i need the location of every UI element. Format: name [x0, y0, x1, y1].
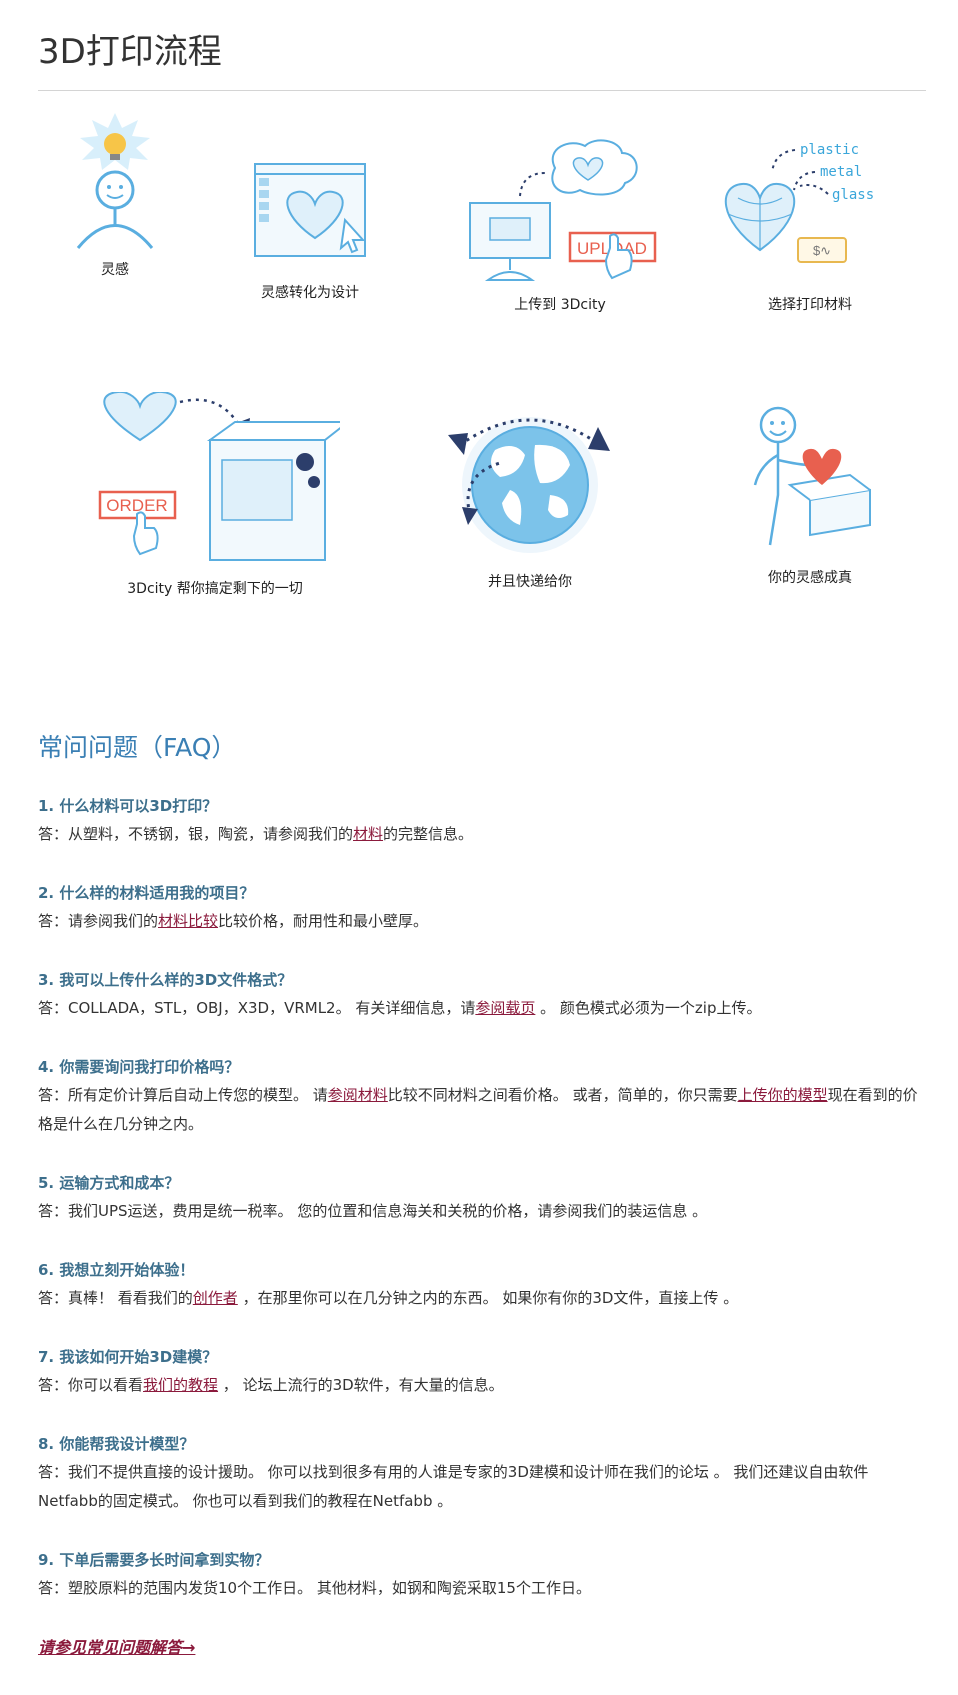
file-formats-link[interactable]: 参阅载页: [475, 999, 535, 1017]
answer-text: 答：从塑料，不锈钢，银，陶瓷，请参阅我们的: [38, 825, 354, 843]
faq-item: 1. 什么材料可以3D打印？ 答：从塑料，不锈钢，银，陶瓷，请参阅我们的材料的完…: [38, 792, 928, 879]
answer-text: 答：请参阅我们的: [38, 912, 159, 930]
order-button-text: ORDER: [106, 496, 167, 515]
step-label: 上传到 3Dcity: [514, 297, 606, 313]
material-option-glass[interactable]: glass: [832, 187, 874, 203]
design-window-icon: [254, 163, 366, 257]
lightbulb-person-icon: [76, 113, 154, 249]
step-reality: 你的灵感成真: [730, 405, 890, 587]
faq-item: 5. 运输方式和成本？ 答：我们UPS运送，费用是统一税率。 您的位置和信息海关…: [38, 1169, 928, 1256]
answer-text: ， 论坛上流行的3D软件，有大量的信息。: [218, 1376, 504, 1394]
faq-list: 1. 什么材料可以3D打印？ 答：从塑料，不锈钢，银，陶瓷，请参阅我们的材料的完…: [38, 792, 928, 1633]
material-option-metal[interactable]: metal: [820, 164, 862, 180]
step-shipping: 并且快递给你: [440, 405, 620, 591]
answer-text: 答：塑胶原料的范围内发货10个工作日。 其他材料，如钢和陶瓷采取15个工作日。: [38, 1579, 591, 1597]
faq-question: 5. 运输方式和成本？: [38, 1174, 180, 1192]
faq-answer: 答：我们不提供直接的设计援助。 你可以找到很多有用的人谁是专家的3D建模和设计师…: [38, 1458, 928, 1516]
answer-text: 比较价格，耐用性和最小壁厚。: [218, 912, 429, 930]
step-label: 选择打印材料: [768, 297, 852, 313]
faq-question: 3. 我可以上传什么样的3D文件格式？: [38, 971, 293, 989]
answer-text: 的完整信息。: [383, 825, 474, 843]
faq-item: 7. 我该如何开始3D建模？ 答：你可以看看我们的教程 ， 论坛上流行的3D软件…: [38, 1343, 928, 1430]
page-title: 3D打印流程: [38, 32, 222, 72]
faq-question: 1. 什么材料可以3D打印？: [38, 797, 218, 815]
answer-text: 答：COLLADA，STL，OBJ，X3D，VRML2。 有关详细信息，请: [38, 999, 476, 1017]
title-divider: [38, 90, 926, 91]
globe-shipping-icon: [448, 417, 610, 553]
faq-answer: 答：请参阅我们的材料比较比较价格，耐用性和最小壁厚。: [38, 907, 928, 936]
faq-answer: 答：从塑料，不锈钢，银，陶瓷，请参阅我们的材料的完整信息。: [38, 820, 928, 849]
material-compare-link[interactable]: 材料比较: [158, 912, 218, 930]
faq-item: 2. 什么样的材料适用我的项目？ 答：请参阅我们的材料比较比较价格，耐用性和最小…: [38, 879, 928, 966]
faq-answer: 答：真棒！ 看看我们的创作者 ，在那里你可以在几分钟之内的东西。 如果你有你的3…: [38, 1284, 928, 1313]
step-label: 3Dcity 帮你搞定剩下的一切: [127, 581, 303, 597]
faq-item: 9. 下单后需要多长时间拿到实物？ 答：塑胶原料的范围内发货10个工作日。 其他…: [38, 1546, 928, 1633]
faq-answer: 答：COLLADA，STL，OBJ，X3D，VRML2。 有关详细信息，请参阅载…: [38, 994, 928, 1023]
faq-answer: 答：塑胶原料的范围内发货10个工作日。 其他材料，如钢和陶瓷采取15个工作日。: [38, 1574, 928, 1603]
faq-question: 6. 我想立刻开始体验！: [38, 1261, 195, 1279]
upload-model-link[interactable]: 上传你的模型: [738, 1086, 828, 1104]
faq-answer: 答：你可以看看我们的教程 ， 论坛上流行的3D软件，有大量的信息。: [38, 1371, 928, 1400]
step-label: 你的灵感成真: [768, 570, 852, 586]
faq-question: 8. 你能帮我设计模型？: [38, 1435, 195, 1453]
answer-text: 。 颜色模式必须为一个zip上传。: [535, 999, 762, 1017]
faq-question: 2. 什么样的材料适用我的项目？: [38, 884, 255, 902]
price-tag-text: $∿: [813, 243, 831, 258]
answer-text: 答：你可以看看: [38, 1376, 144, 1394]
faq-question: 4. 你需要询问我打印价格吗？: [38, 1058, 240, 1076]
faq-answer: 答：我们UPS运送，费用是统一税率。 您的位置和信息海关和关税的价格，请参阅我们…: [38, 1197, 928, 1226]
materials-heart-icon: plastic metal glass $∿: [724, 142, 874, 263]
step-label: 灵感: [101, 262, 129, 278]
step-label: 并且快递给你: [488, 574, 572, 590]
faq-more-link[interactable]: 请参见常见问题解答→: [38, 1634, 195, 1658]
material-option-plastic[interactable]: plastic: [800, 142, 859, 158]
step-materials: plastic metal glass $∿ 选择打印材料: [720, 138, 900, 314]
order-printer-icon: ORDER: [98, 392, 340, 561]
tutorials-link[interactable]: 我们的教程: [143, 1376, 218, 1394]
faq-item: 3. 我可以上传什么样的3D文件格式？ 答：COLLADA，STL，OBJ，X3…: [38, 966, 928, 1053]
answer-text: 答：所有定价计算后自动上传您的模型。 请: [38, 1086, 328, 1104]
step-label: 灵感转化为设计: [261, 285, 359, 301]
faq-item: 6. 我想立刻开始体验！ 答：真棒！ 看看我们的创作者 ，在那里你可以在几分钟之…: [38, 1256, 928, 1343]
step-order: ORDER 3Dcity 帮你搞定剩下的一切: [90, 392, 340, 598]
step-design: 灵感转化为设计: [240, 160, 380, 302]
answer-text: 比较不同材料之间看价格。 或者，简单的，你只需要: [387, 1086, 738, 1104]
faq-item: 8. 你能帮我设计模型？ 答：我们不提供直接的设计援助。 你可以找到很多有用的人…: [38, 1430, 928, 1546]
faq-heading: 常问问题（FAQ）: [38, 733, 237, 762]
faq-question: 9. 下单后需要多长时间拿到实物？: [38, 1551, 270, 1569]
answer-text: 答：我们不提供直接的设计援助。 你可以找到很多有用的人谁是专家的3D建模和设计师…: [38, 1463, 869, 1510]
step-upload: UPLOAD 上传到 3Dcity: [460, 138, 660, 314]
answer-text: ，在那里你可以在几分钟之内的东西。 如果你有你的3D文件，直接上传 。: [237, 1289, 739, 1307]
answer-text: 答：真棒！ 看看我们的: [38, 1289, 193, 1307]
answer-text: 答：我们UPS运送，费用是统一税率。 您的位置和信息海关和关税的价格，请参阅我们…: [38, 1202, 708, 1220]
creators-link[interactable]: 创作者: [193, 1289, 238, 1307]
faq-item: 4. 你需要询问我打印价格吗？ 答：所有定价计算后自动上传您的模型。 请参阅材料…: [38, 1053, 928, 1169]
faq-question: 7. 我该如何开始3D建模？: [38, 1348, 218, 1366]
materials-link[interactable]: 材料: [353, 825, 383, 843]
upload-computer-icon: UPLOAD: [469, 139, 657, 281]
step-inspiration: 灵感: [50, 108, 180, 279]
see-materials-link[interactable]: 参阅材料: [328, 1086, 388, 1104]
faq-answer: 答：所有定价计算后自动上传您的模型。 请参阅材料比较不同材料之间看价格。 或者，…: [38, 1081, 928, 1139]
person-heart-box-icon: [753, 406, 871, 546]
